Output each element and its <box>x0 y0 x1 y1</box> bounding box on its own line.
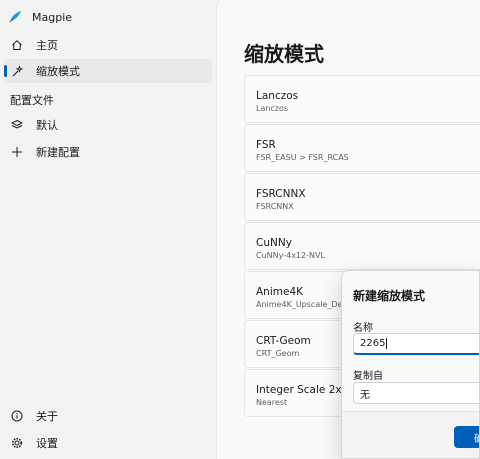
copy-from-value: 无 <box>360 389 370 401</box>
sidebar-item-label: 缩放模式 <box>36 65 80 78</box>
mode-description: CRT_Geom <box>256 349 300 358</box>
app-title-bar: Magpie <box>8 10 72 24</box>
mode-name: FSRCNNX <box>256 188 306 200</box>
sidebar-item-label: 主页 <box>36 39 58 52</box>
sidebar-item-scaling-modes[interactable]: 缩放模式 <box>4 59 212 83</box>
gear-icon <box>10 436 24 450</box>
mode-name: Lanczos <box>256 90 299 102</box>
mode-name: FSR <box>256 139 276 151</box>
sidebar-item-label: 关于 <box>36 410 58 423</box>
name-input[interactable]: 2265 <box>353 333 479 355</box>
mode-description: FSR_EASU > FSR_RCAS <box>256 153 349 162</box>
layers-icon <box>10 118 24 132</box>
mode-description: Nearest <box>256 398 288 407</box>
scaling-mode-card-lanczos[interactable]: Lanczos Lanczos <box>244 75 480 123</box>
new-scaling-mode-dialog: 新建缩放模式 名称 2265 复制自 无 确 <box>341 270 480 459</box>
sidebar-item-new-profile[interactable]: 新建配置 <box>4 140 212 164</box>
dialog-title: 新建缩放模式 <box>353 289 426 303</box>
sidebar-item-settings[interactable]: 设置 <box>4 431 212 455</box>
mode-description: CuNNy-4x12-NVL <box>256 251 325 260</box>
name-label: 名称 <box>353 323 373 334</box>
mode-name: Integer Scale 2x <box>256 384 342 396</box>
scaling-mode-card-fsr[interactable]: FSR FSR_EASU > FSR_RCAS <box>244 124 480 172</box>
magpie-logo-icon <box>9 11 21 23</box>
copy-from-select[interactable]: 无 <box>353 382 479 404</box>
selection-indicator <box>4 65 7 77</box>
profiles-section-header: 配置文件 <box>10 94 54 107</box>
info-icon <box>10 409 24 423</box>
text-caret <box>386 338 388 349</box>
mode-description: Lanczos <box>256 104 289 113</box>
sparkle-icon <box>10 64 24 78</box>
page-title: 缩放模式 <box>244 42 324 66</box>
scaling-mode-card-fsrcnnx[interactable]: FSRCNNX FSRCNNX <box>244 173 480 221</box>
home-icon <box>10 38 24 52</box>
scaling-mode-card-cunny[interactable]: CuNNy CuNNy-4x12-NVL <box>244 222 480 270</box>
sidebar-item-default-profile[interactable]: 默认 <box>4 113 212 137</box>
name-input-value: 2265 <box>360 338 386 349</box>
copy-from-label: 复制自 <box>353 371 383 382</box>
sidebar: Magpie 主页 缩放模式 配置文件 默认 新建配置 关于 设置 <box>0 0 216 459</box>
dialog-footer: 确 <box>342 411 479 458</box>
sidebar-item-about[interactable]: 关于 <box>4 404 212 428</box>
plus-icon <box>10 145 24 159</box>
mode-name: CuNNy <box>256 237 292 249</box>
app-title: Magpie <box>32 10 73 24</box>
mode-description: FSRCNNX <box>256 202 294 211</box>
mode-name: Anime4K <box>256 286 304 298</box>
sidebar-item-label: 新建配置 <box>36 146 80 159</box>
confirm-button[interactable]: 确 <box>454 426 479 448</box>
confirm-button-label: 确 <box>474 430 479 445</box>
mode-name: CRT-Geom <box>256 335 311 347</box>
sidebar-item-label: 默认 <box>36 119 58 132</box>
sidebar-item-home[interactable]: 主页 <box>4 33 212 57</box>
sidebar-item-label: 设置 <box>36 437 58 450</box>
